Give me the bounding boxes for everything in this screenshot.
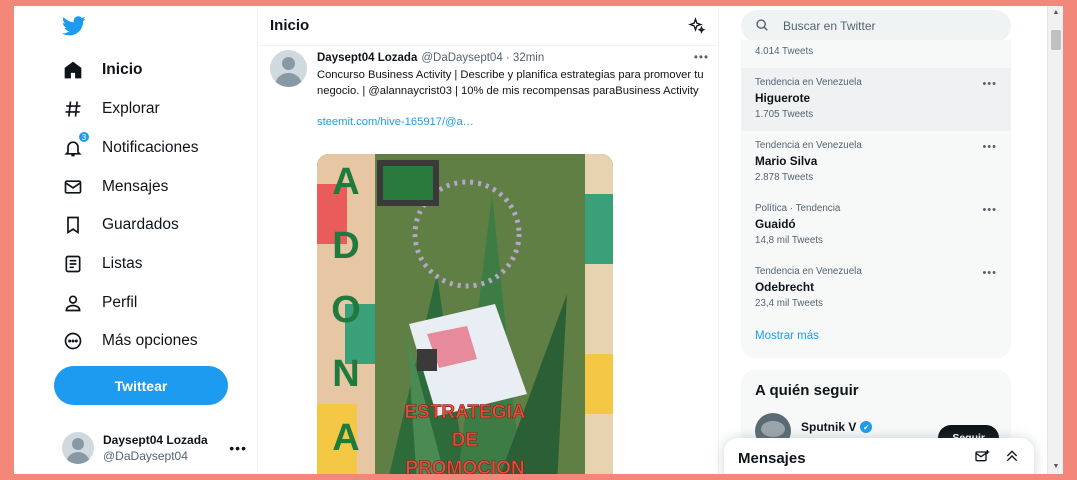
trend-item[interactable]: Política · Tendencia Guaidó 14,8 mil Twe… [741, 194, 1011, 257]
media-side-letter: A [332, 161, 359, 203]
trend-category: Política · Tendencia [755, 203, 841, 214]
scroll-up-arrow-icon[interactable]: ▲ [1051, 8, 1061, 18]
show-more-link[interactable]: Mostrar más [755, 330, 819, 342]
sparkle-icon[interactable] [688, 16, 706, 35]
tweet-header: Daysept04 Lozada @DaDaysept04 · 32min ••… [317, 50, 709, 66]
nav-item-label: Más opciones [102, 332, 198, 349]
nav-item-more-options[interactable]: Más opciones [62, 325, 198, 357]
trend-count: 1.705 Tweets [755, 109, 814, 120]
nav-item-label: Explorar [102, 100, 160, 117]
bell-icon: 3 [62, 131, 90, 159]
more-horizontal-icon[interactable]: ••• [694, 52, 709, 64]
media-caption-line: PROMOCION [405, 458, 524, 474]
trend-count: 23,4 mil Tweets [755, 298, 823, 309]
timeline: Inicio Daysept04 Lozada @DaDaysept04 · 3… [257, 6, 719, 474]
avatar[interactable] [270, 50, 307, 87]
trend-count: 14,8 mil Tweets [755, 235, 823, 246]
scroll-down-arrow-icon[interactable]: ▼ [1051, 462, 1061, 472]
scroll-thumb[interactable] [1051, 30, 1061, 50]
media-side-letter: A [332, 417, 359, 459]
suggestion-name-row: Sputnik V ✓ [801, 420, 873, 434]
more-horizontal-icon[interactable]: ••• [982, 267, 997, 279]
twitter-logo-icon[interactable] [62, 14, 86, 38]
media-caption-line: ESTRATEGIA [404, 402, 525, 423]
media-side-letter: O [331, 289, 361, 331]
nav-item-explore[interactable]: Explorar [62, 93, 160, 125]
search-box[interactable] [741, 10, 1011, 42]
right-sidebar: 4.014 Tweets Tendencia en Venezuela Higu… [741, 6, 1011, 474]
trend-item[interactable]: Tendencia en Venezuela Mario Silva 2.878… [741, 131, 1011, 194]
account-names: Daysept04 Lozada @DaDaysept04 [103, 432, 208, 464]
nav-item-notifications[interactable]: 3 Notificaciones [62, 131, 199, 164]
nav-item-label: Notificaciones [102, 139, 199, 156]
who-to-follow-title: A quién seguir [755, 382, 859, 399]
more-horizontal-icon[interactable]: ••• [982, 204, 997, 216]
trend-category: Tendencia en Venezuela [755, 140, 862, 151]
suggestion-name: Sputnik V [801, 420, 857, 434]
media-caption-line: DE [452, 430, 478, 451]
messages-drawer[interactable]: Mensajes [724, 438, 1034, 474]
search-input[interactable] [783, 19, 983, 33]
timeline-header: Inicio [258, 6, 718, 46]
chevron-double-up-icon[interactable] [1004, 448, 1020, 469]
trend-name: Odebrecht [755, 280, 814, 294]
trend-name: Mario Silva [755, 154, 818, 168]
tweet-link[interactable]: steemit.com/hive-165917/@a… [317, 116, 709, 128]
more-circle-icon [62, 330, 84, 352]
hashtag-icon [62, 98, 84, 120]
account-handle: @DaDaysept04 [103, 449, 188, 463]
nav-item-label: Mensajes [102, 178, 169, 195]
verified-badge-icon: ✓ [860, 421, 873, 433]
more-horizontal-icon[interactable]: ••• [982, 141, 997, 153]
trends-panel: 4.014 Tweets Tendencia en Venezuela Higu… [741, 40, 1011, 358]
home-icon [62, 59, 84, 81]
trend-name: Higuerote [755, 91, 811, 105]
trend-name: Guaidó [755, 217, 796, 231]
search-icon [755, 18, 769, 35]
more-horizontal-icon: ••• [229, 440, 247, 456]
trend-count: 4.014 Tweets [755, 46, 814, 57]
tweet-author-handle[interactable]: @DaDaysept04 · 32min [421, 52, 544, 64]
browser-viewport: Inicio Explorar 3 Notificaciones Mensaje… [14, 6, 1063, 474]
tweet-body: Daysept04 Lozada @DaDaysept04 · 32min ••… [317, 50, 709, 128]
avatar [62, 432, 94, 464]
list-icon [62, 253, 84, 275]
nav-item-messages[interactable]: Mensajes [62, 171, 168, 203]
nav-item-label: Guardados [102, 216, 179, 233]
tweet-media-image[interactable]: ADONA ESTRATEGIA DE PROMOCION [317, 154, 613, 474]
tweet-text: Concurso Business Activity | Describe y … [317, 69, 704, 97]
media-side-letter: N [332, 353, 359, 395]
messages-drawer-title: Mensajes [738, 449, 806, 467]
messages-drawer-actions [974, 448, 1020, 469]
nav-item-home[interactable]: Inicio [62, 54, 142, 86]
page-title: Inicio [270, 17, 310, 34]
nav-item-label: Inicio [102, 61, 143, 78]
trend-count: 2.878 Tweets [755, 172, 814, 183]
nav-item-lists[interactable]: Listas [62, 248, 143, 280]
media-side-letter: D [332, 225, 359, 267]
nav-item-bookmarks[interactable]: Guardados [62, 209, 179, 241]
trend-category: Tendencia en Venezuela [755, 77, 862, 88]
trend-item[interactable]: Tendencia en Venezuela Higuerote 1.705 T… [741, 68, 1011, 131]
trend-category: Tendencia en Venezuela [755, 266, 862, 277]
nav-item-label: Perfil [102, 294, 138, 311]
bookmark-icon [62, 214, 84, 236]
envelope-icon [62, 176, 84, 198]
trend-item[interactable]: Tendencia en Venezuela Odebrecht 23,4 mi… [741, 257, 1011, 320]
nav-item-label: Listas [102, 255, 143, 272]
left-sidebar: Inicio Explorar 3 Notificaciones Mensaje… [14, 6, 257, 474]
more-horizontal-icon[interactable]: ••• [982, 78, 997, 90]
new-message-icon[interactable] [974, 448, 990, 469]
account-switcher[interactable]: Daysept04 Lozada @DaDaysept04 ••• [62, 426, 247, 470]
tweet-author-name[interactable]: Daysept04 Lozada [317, 52, 417, 64]
tweet-button[interactable]: Twittear [54, 366, 228, 405]
nav-item-profile[interactable]: Perfil [62, 287, 137, 319]
account-name: Daysept04 Lozada [103, 433, 208, 447]
page-scrollbar[interactable]: ▲ ▼ [1047, 6, 1063, 474]
notification-badge: 3 [78, 131, 90, 143]
person-icon [62, 292, 84, 314]
